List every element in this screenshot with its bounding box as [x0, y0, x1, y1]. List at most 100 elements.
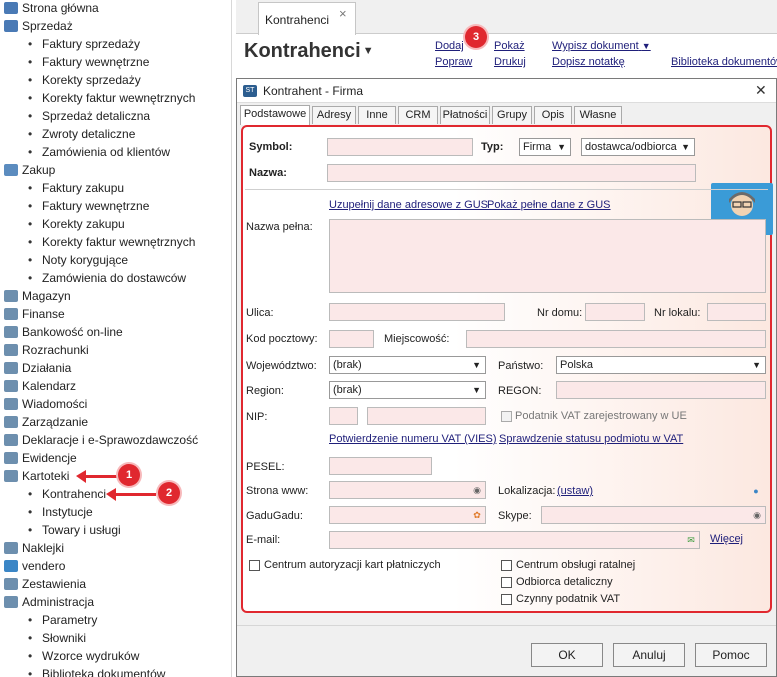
sidebar-item-biblioteka-dokumentow[interactable]: • Biblioteka dokumentów	[28, 665, 165, 677]
sidebar-item-zakup[interactable]: Zakup	[4, 161, 55, 179]
skype-field[interactable]: ◉	[541, 506, 766, 524]
sidebar-item-deklaracje-i-e-sprawozdawczosc[interactable]: Deklaracje i e-Sprawozdawczość	[4, 431, 198, 449]
close-icon[interactable]: ×	[339, 6, 347, 21]
sidebar-item-ewidencje[interactable]: Ewidencje	[4, 449, 77, 467]
chevron-down-icon: ▼	[752, 360, 761, 370]
region-select[interactable]: (brak) ▼	[329, 381, 486, 399]
records-icon	[4, 452, 18, 464]
ustaw-link[interactable]: (ustaw)	[557, 485, 593, 497]
sidebar-item-slowniki[interactable]: • Słowniki	[28, 629, 86, 647]
regon-field[interactable]	[556, 381, 766, 399]
sidebar-item-faktury-wewnetrzne[interactable]: • Faktury wewnętrzne	[28, 197, 149, 215]
gadugadu-field[interactable]: ✿	[329, 506, 486, 524]
centrum-ratalne-checkbox[interactable]	[501, 560, 512, 571]
tab-p-atno-ci[interactable]: Płatności	[440, 106, 490, 124]
tab-grupy[interactable]: Grupy	[492, 106, 532, 124]
sidebar-item-faktury-zakupu[interactable]: • Faktury zakupu	[28, 179, 124, 197]
tab-kontrahenci[interactable]: Kontrahenci ×	[258, 2, 356, 35]
popraw-link[interactable]: Popraw	[435, 56, 472, 68]
tab-opis[interactable]: Opis	[534, 106, 572, 124]
sidebar-item-korekty-faktur-wewnetrznych[interactable]: • Korekty faktur wewnętrznych	[28, 89, 195, 107]
sidebar-item-towary-i-uslugi[interactable]: • Towary i usługi	[28, 521, 121, 539]
sidebar-item-instytucje[interactable]: • Instytucje	[28, 503, 93, 521]
rola-select[interactable]: dostawca/odbiorca ▼	[581, 138, 695, 156]
tab-podstawowe[interactable]: Podstawowe	[240, 105, 310, 125]
sidebar-item-zamowienia-do-dostawcow[interactable]: • Zamówienia do dostawców	[28, 269, 186, 287]
mail-icon[interactable]: ✉	[685, 535, 697, 545]
sidebar-item-bankowosc-on-line[interactable]: Bankowość on-line	[4, 323, 123, 341]
sidebar-item-administracja[interactable]: Administracja	[4, 593, 94, 611]
drukuj-link[interactable]: Drukuj	[494, 56, 526, 68]
miejscowosc-field[interactable]	[466, 330, 766, 348]
dodaj-link[interactable]: Dodaj	[435, 40, 464, 52]
vat-status-link[interactable]: Sprawdzenie statusu podmiotu w VAT	[499, 433, 683, 445]
odbiorca-detaliczny-checkbox[interactable]	[501, 577, 512, 588]
pomoc-button[interactable]: Pomoc	[695, 643, 767, 667]
anuluj-button[interactable]: Anuluj	[613, 643, 685, 667]
centrum-kart-checkbox[interactable]	[249, 560, 260, 571]
tab-w-asne[interactable]: Własne	[574, 106, 622, 124]
sidebar-item-korekty-sprzedazy[interactable]: • Korekty sprzedaży	[28, 71, 141, 89]
nazwa-pelna-field[interactable]	[329, 219, 766, 293]
sidebar-item-vendero[interactable]: vendero	[4, 557, 65, 575]
nr-domu-field[interactable]	[585, 303, 645, 321]
sidebar-item-faktury-wewnetrzne[interactable]: • Faktury wewnętrzne	[28, 53, 149, 71]
email-field[interactable]: ✉	[329, 531, 700, 549]
tab-inne[interactable]: Inne	[358, 106, 396, 124]
page-title[interactable]: Kontrahenci ▼	[244, 40, 374, 63]
sidebar-item-zamowienia-od-klientow[interactable]: • Zamówienia od klientów	[28, 143, 170, 161]
sidebar-item-kartoteki[interactable]: Kartoteki	[4, 467, 69, 485]
sidebar-item-magazyn[interactable]: Magazyn	[4, 287, 71, 305]
sidebar-item-kalendarz[interactable]: Kalendarz	[4, 377, 76, 395]
dopisz-notatke-link[interactable]: Dopisz notatkę	[552, 56, 625, 68]
ok-button[interactable]: OK	[531, 643, 603, 667]
globe-icon[interactable]: ◉	[471, 485, 483, 495]
wojewodztwo-select[interactable]: (brak) ▼	[329, 356, 486, 374]
wypisz-dokument-link[interactable]: Wypisz dokument ▼	[552, 40, 651, 52]
ulica-field[interactable]	[329, 303, 505, 321]
czynny-vat-checkbox[interactable]	[501, 594, 512, 605]
typ-select[interactable]: Firma ▼	[519, 138, 571, 156]
pesel-field[interactable]	[329, 457, 432, 475]
sidebar-item-rozrachunki[interactable]: Rozrachunki	[4, 341, 89, 359]
biblioteka-dokumentow-link[interactable]: Biblioteka dokumentów	[671, 56, 777, 68]
sidebar-item-naklejki[interactable]: Naklejki	[4, 539, 64, 557]
nip-prefix-field[interactable]	[329, 407, 358, 425]
gus-fill-link[interactable]: Uzupełnij dane adresowe z GUS	[329, 199, 488, 211]
symbol-field[interactable]	[327, 138, 473, 156]
www-field[interactable]: ◉	[329, 481, 486, 499]
gadugadu-icon[interactable]: ✿	[471, 510, 483, 520]
sidebar-item-parametry[interactable]: • Parametry	[28, 611, 97, 629]
vies-link[interactable]: Potwierdzenie numeru VAT (VIES)	[329, 433, 497, 445]
sidebar-item-dzialania[interactable]: Działania	[4, 359, 71, 377]
sidebar-item-faktury-sprzedazy[interactable]: • Faktury sprzedaży	[28, 35, 140, 53]
sidebar-item-zarzadzanie[interactable]: Zarządzanie	[4, 413, 88, 431]
location-pin-icon[interactable]: ●	[750, 486, 762, 496]
sidebar-item-wzorce-wydrukow[interactable]: • Wzorce wydruków	[28, 647, 139, 665]
sidebar-item-zwroty-detaliczne[interactable]: • Zwroty detaliczne	[28, 125, 135, 143]
sidebar-item-finanse[interactable]: Finanse	[4, 305, 65, 323]
panstwo-select[interactable]: Polska ▼	[556, 356, 766, 374]
nip-field[interactable]	[367, 407, 486, 425]
sidebar-item-korekty-zakupu[interactable]: • Korekty zakupu	[28, 215, 125, 233]
sidebar-item-noty-korygujace[interactable]: • Noty korygujące	[28, 251, 128, 269]
close-icon[interactable]: ✕	[755, 82, 767, 99]
kod-pocztowy-field[interactable]	[329, 330, 374, 348]
sidebar-item-zestawienia[interactable]: Zestawienia	[4, 575, 86, 593]
sidebar-item-sprzedaz[interactable]: Sprzedaż	[4, 17, 73, 35]
pokaz-link[interactable]: Pokaż	[494, 40, 525, 52]
sidebar-item-kontrahenci[interactable]: • Kontrahenci	[28, 485, 106, 503]
wiecej-link[interactable]: Więcej	[710, 533, 743, 545]
sidebar-item-korekty-faktur-wewnetrznych[interactable]: • Korekty faktur wewnętrznych	[28, 233, 195, 251]
gus-show-link[interactable]: Pokaż pełne dane z GUS	[487, 199, 611, 211]
sidebar-item-wiadomosci[interactable]: Wiadomości	[4, 395, 87, 413]
nazwa-field[interactable]	[327, 164, 696, 182]
tab-crm[interactable]: CRM	[398, 106, 438, 124]
sidebar-item-strona-glowna[interactable]: Strona główna	[4, 0, 99, 17]
nr-lokalu-field[interactable]	[707, 303, 766, 321]
sidebar-item-sprzedaz-detaliczna[interactable]: • Sprzedaż detaliczna	[28, 107, 150, 125]
files-icon	[4, 470, 18, 482]
skype-icon[interactable]: ◉	[751, 510, 763, 520]
vat-ue-checkbox[interactable]	[501, 411, 512, 422]
tab-adresy[interactable]: Adresy	[312, 106, 356, 124]
